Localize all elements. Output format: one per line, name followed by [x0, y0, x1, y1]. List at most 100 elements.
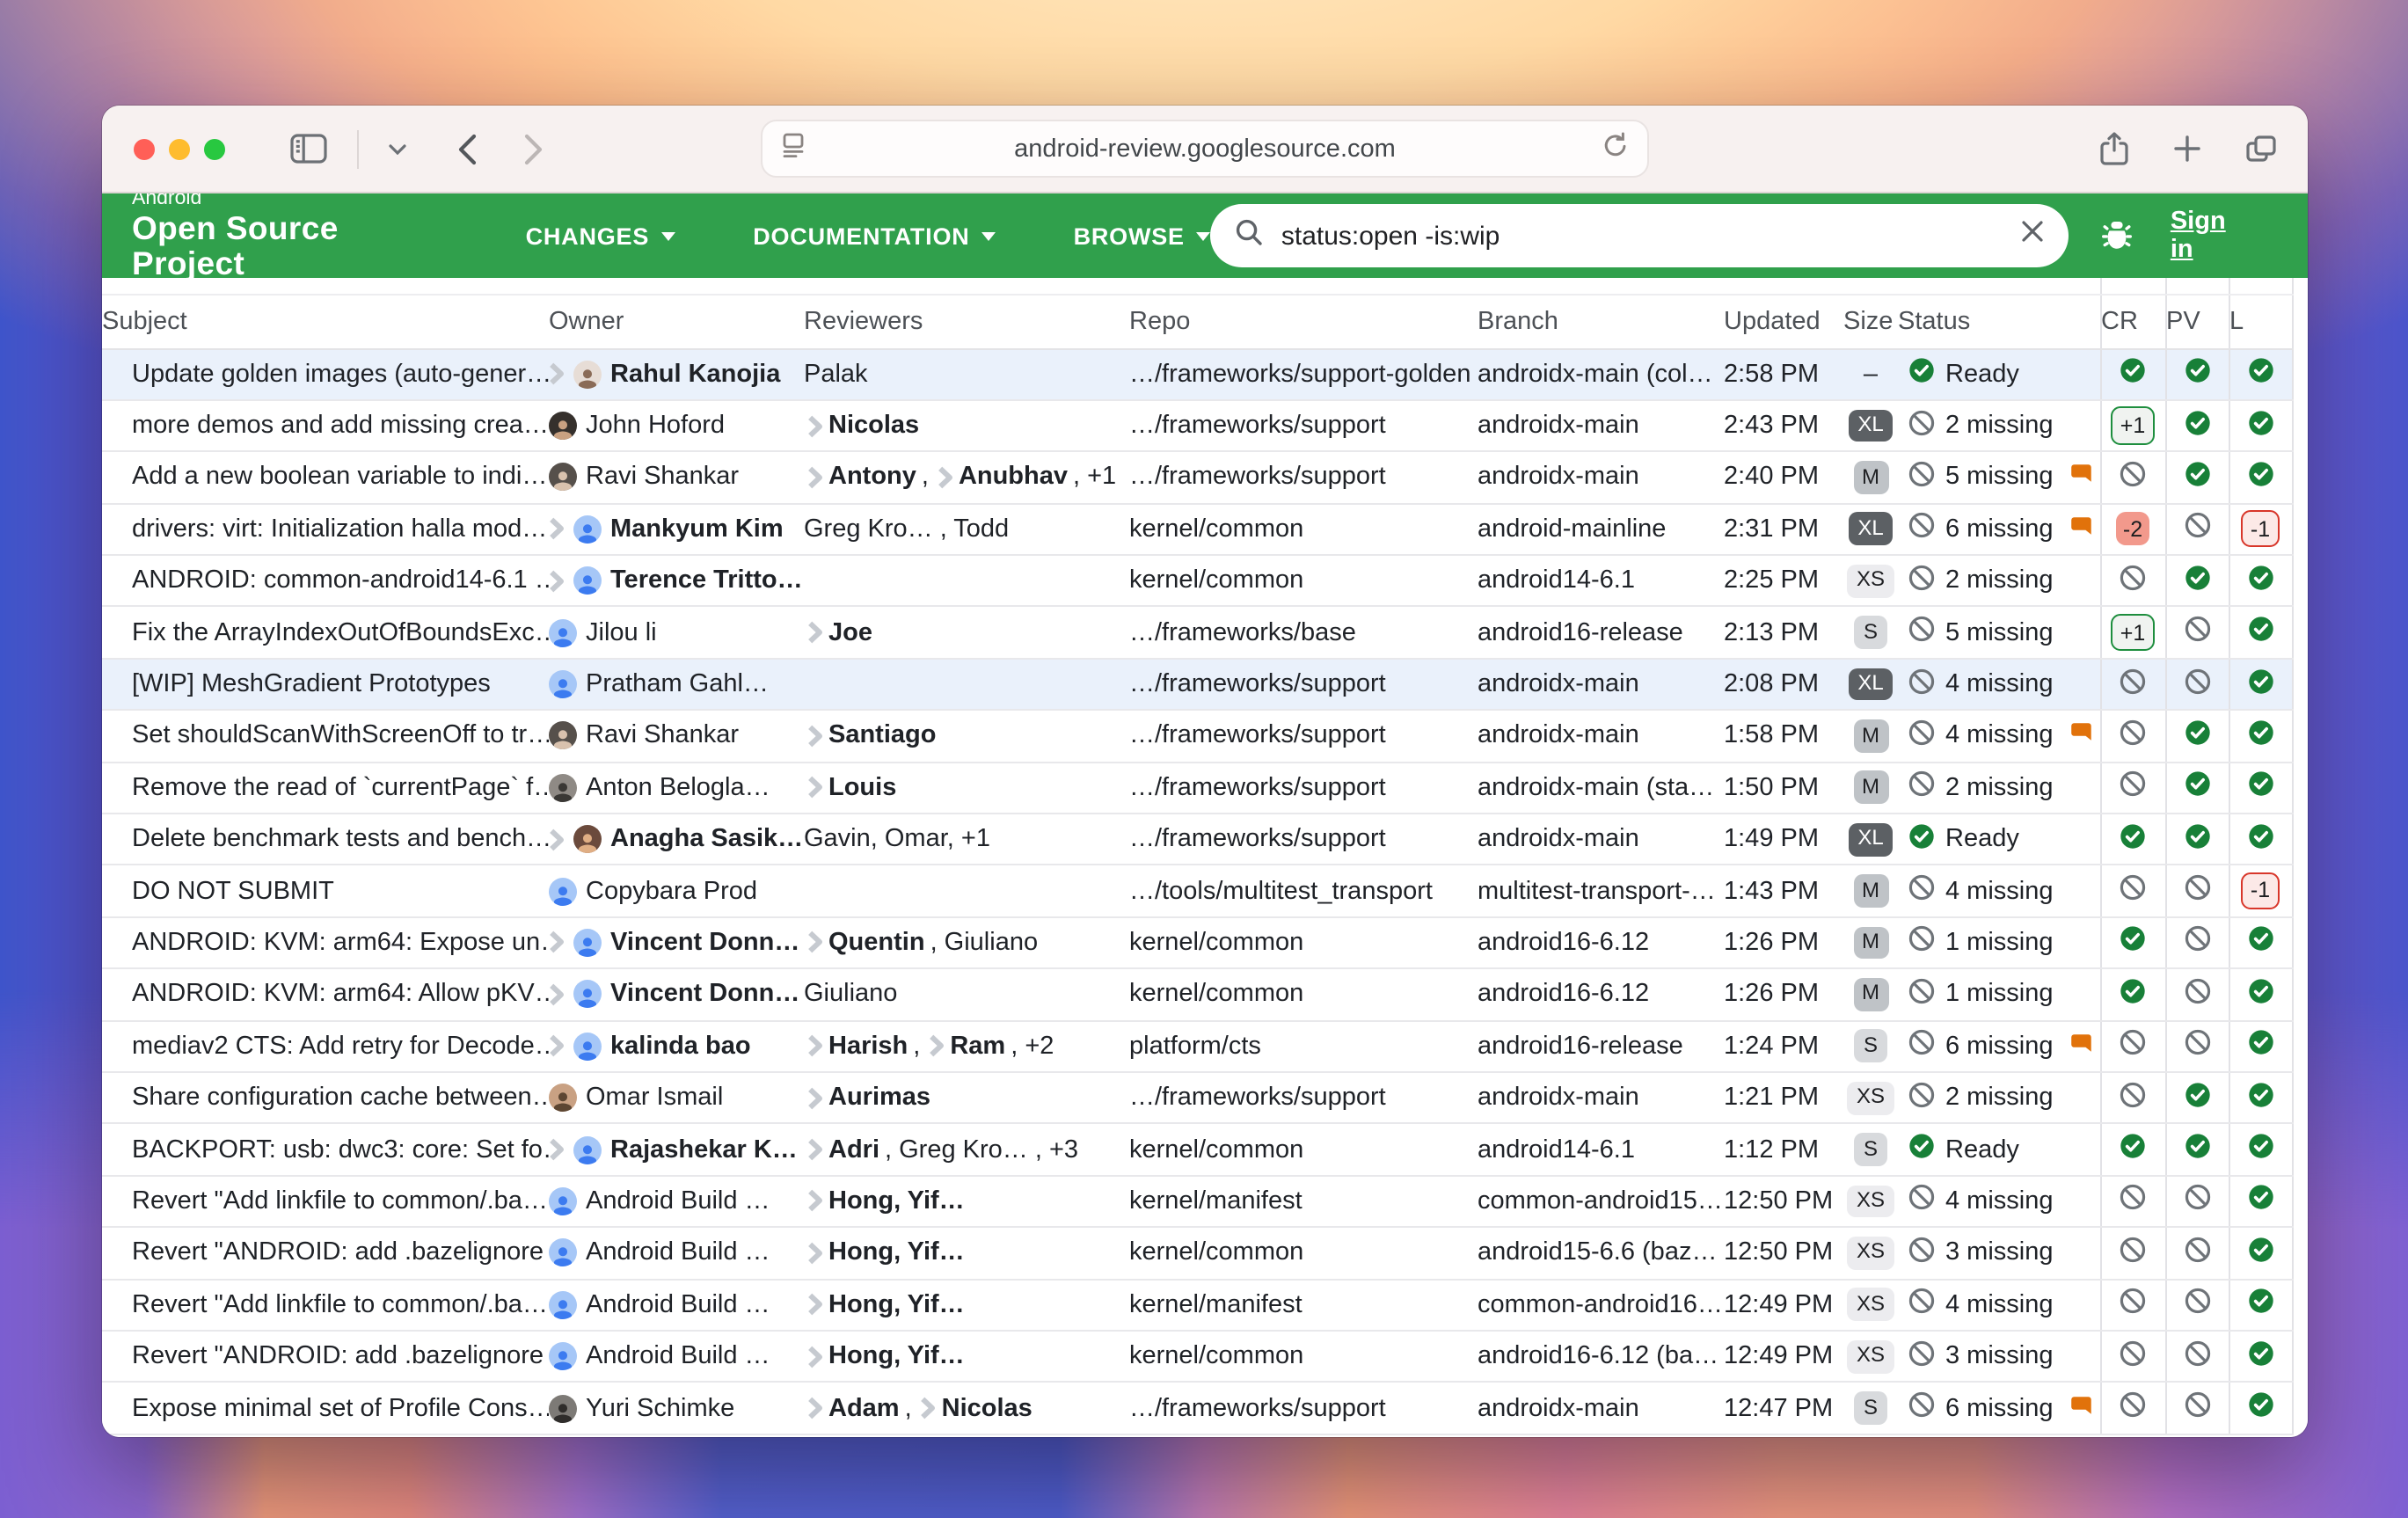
- forward-button[interactable]: [524, 133, 544, 164]
- change-branch: androidx-main (sta…: [1478, 762, 1724, 814]
- sidebar-icon[interactable]: [290, 134, 327, 164]
- vote-pv: [2165, 1383, 2229, 1434]
- gap-cell: [102, 278, 549, 294]
- reviewers-cell: Antony, Anubhav, +1: [804, 463, 1129, 492]
- reader-mode-icon[interactable]: [782, 132, 805, 165]
- attention-icon: [549, 1035, 565, 1058]
- table-row[interactable]: DO NOT SUBMITCopybara Prod…/tools/multit…: [102, 865, 2292, 917]
- vote-cr: [2100, 1176, 2165, 1228]
- change-size: XS: [1843, 1227, 1898, 1279]
- table-row[interactable]: ANDROID: common-android14-6.1 …Terence T…: [102, 555, 2292, 607]
- table-row[interactable]: Add a new boolean variable to indi…Ravi …: [102, 452, 2292, 504]
- clear-search-icon[interactable]: [2021, 220, 2044, 252]
- avatar: [573, 981, 602, 1009]
- zoom-window-button[interactable]: [204, 138, 225, 159]
- status-cell: 5 missing: [1898, 461, 2099, 494]
- status-blocked-icon: [1908, 1237, 1935, 1270]
- minimize-window-button[interactable]: [169, 138, 190, 159]
- table-row[interactable]: ANDROID: KVM: arm64: Expose un…Vincent D…: [102, 917, 2292, 969]
- change-size: XL: [1843, 659, 1898, 711]
- change-status: 2 missing: [1898, 1072, 2100, 1124]
- reviewer-name: Adam: [828, 1394, 900, 1422]
- reviewers-cell: Nicolas: [804, 412, 1129, 440]
- blocked-icon: [2120, 725, 2146, 753]
- approved-check-icon: [2247, 570, 2273, 598]
- status-blocked-icon: [1908, 461, 1935, 494]
- reviewer-name: Antony: [828, 463, 916, 492]
- vote-pv: [2165, 503, 2229, 555]
- gap-cell: [2165, 278, 2229, 294]
- size-badge: XL: [1849, 513, 1892, 546]
- chevron-down-icon[interactable]: [389, 143, 406, 154]
- table-row[interactable]: drivers: virt: Initialization halla mod……: [102, 503, 2292, 555]
- search-input[interactable]: [1281, 221, 2003, 251]
- sign-in-link[interactable]: Sign in: [2171, 208, 2255, 264]
- comment-flag-icon: [2069, 463, 2092, 492]
- owner-cell: Yuri Schimke: [549, 1394, 804, 1422]
- table-row[interactable]: Revert "ANDROID: add .bazelignore …Andro…: [102, 1331, 2292, 1383]
- table-row[interactable]: Remove the read of `currentPage` f…Anton…: [102, 762, 2292, 814]
- table-row[interactable]: mediav2 CTS: Add retry for Decode…kalind…: [102, 1020, 2292, 1072]
- table-row[interactable]: Revert "ANDROID: add .bazelignore …Andro…: [102, 1227, 2292, 1279]
- avatar: [549, 1394, 577, 1422]
- tab-overview-button[interactable]: [2246, 135, 2276, 163]
- vote-pv: [2165, 1331, 2229, 1383]
- table-row[interactable]: Share configuration cache between…Omar I…: [102, 1072, 2292, 1124]
- share-button[interactable]: [2100, 132, 2128, 165]
- change-owner: Rahul Kanojia: [549, 348, 804, 400]
- change-status: Ready: [1898, 814, 2100, 865]
- column-header-cr: CR: [2100, 294, 2165, 348]
- status-text: 6 missing: [1945, 515, 2054, 544]
- change-updated: 12:47 PM: [1724, 1383, 1843, 1434]
- change-owner: Android Build …: [549, 1176, 804, 1228]
- menu-changes[interactable]: CHANGES: [526, 223, 676, 249]
- table-row[interactable]: Revert "Add linkfile to common/.ba…Andro…: [102, 1279, 2292, 1331]
- blocked-icon: [2120, 570, 2146, 598]
- owner-cell: Rajashekar K…: [549, 1135, 804, 1164]
- table-row[interactable]: ANDROID: KVM: arm64: Allow pKV…Vincent D…: [102, 968, 2292, 1020]
- report-bug-icon[interactable]: [2100, 218, 2134, 253]
- new-tab-button[interactable]: [2174, 135, 2200, 162]
- table-row[interactable]: Revert "Add linkfile to common/.ba…Andro…: [102, 1176, 2292, 1228]
- change-subject: Revert "ANDROID: add .bazelignore …: [102, 1227, 549, 1279]
- attention-icon: [807, 466, 823, 489]
- avatar: [549, 1342, 577, 1370]
- menu-browse[interactable]: BROWSE: [1074, 223, 1211, 249]
- status-text: 4 missing: [1945, 1187, 2054, 1215]
- back-button[interactable]: [457, 133, 477, 164]
- status-text: 4 missing: [1945, 722, 2054, 750]
- search-bar[interactable]: [1211, 204, 2069, 267]
- table-row[interactable]: more demos and add missing crea…John Hof…: [102, 400, 2292, 452]
- approved-check-icon: [2184, 362, 2210, 390]
- reload-icon[interactable]: [1603, 132, 1628, 165]
- attention-icon: [929, 1035, 945, 1058]
- table-row[interactable]: Update golden images (auto-gener…Rahul K…: [102, 348, 2292, 400]
- address-bar[interactable]: android-review.googlesource.com: [761, 120, 1649, 178]
- status-blocked-icon: [1908, 1391, 1935, 1425]
- change-owner: Anton Belogla…: [549, 762, 804, 814]
- change-repo: …/tools/multitest_transport: [1129, 865, 1478, 917]
- owner-name: Vincent Donn…: [610, 929, 799, 957]
- change-reviewers: Adam, Nicolas: [804, 1383, 1129, 1434]
- table-row[interactable]: Delete benchmark tests and bench…Anagha …: [102, 814, 2292, 865]
- reviewers-cell: Adri, Greg Kro… , +3: [804, 1135, 1129, 1164]
- attention-icon: [807, 725, 823, 748]
- table-row[interactable]: Fix the ArrayIndexOutOfBoundsExc…Jilou l…: [102, 607, 2292, 659]
- close-window-button[interactable]: [134, 138, 155, 159]
- change-updated: 1:26 PM: [1724, 968, 1843, 1020]
- table-row[interactable]: Expose minimal set of Profile Cons…Yuri …: [102, 1383, 2292, 1434]
- avatar: [573, 1135, 602, 1164]
- table-row[interactable]: Set shouldScanWithScreenOff to tr…Ravi S…: [102, 710, 2292, 762]
- status-ready-icon: [1908, 822, 1935, 856]
- vote-pv: [2165, 1279, 2229, 1331]
- reviewer-name: Hong, Yif…: [828, 1187, 965, 1215]
- change-owner: Pratham Gahl…: [549, 659, 804, 711]
- vote-l: [2229, 1227, 2292, 1279]
- change-branch: android16-release: [1478, 607, 1724, 659]
- table-row[interactable]: BACKPORT: usb: dwc3: core: Set fo…Rajash…: [102, 1124, 2292, 1176]
- reviewers-cell: Aurimas: [804, 1084, 1129, 1112]
- menu-documentation[interactable]: DOCUMENTATION: [753, 223, 996, 249]
- table-row[interactable]: [WIP] MeshGradient PrototypesPratham Gah…: [102, 659, 2292, 711]
- app-logo[interactable]: Android Open Source Project: [132, 189, 459, 283]
- change-repo: kernel/common: [1129, 1331, 1478, 1383]
